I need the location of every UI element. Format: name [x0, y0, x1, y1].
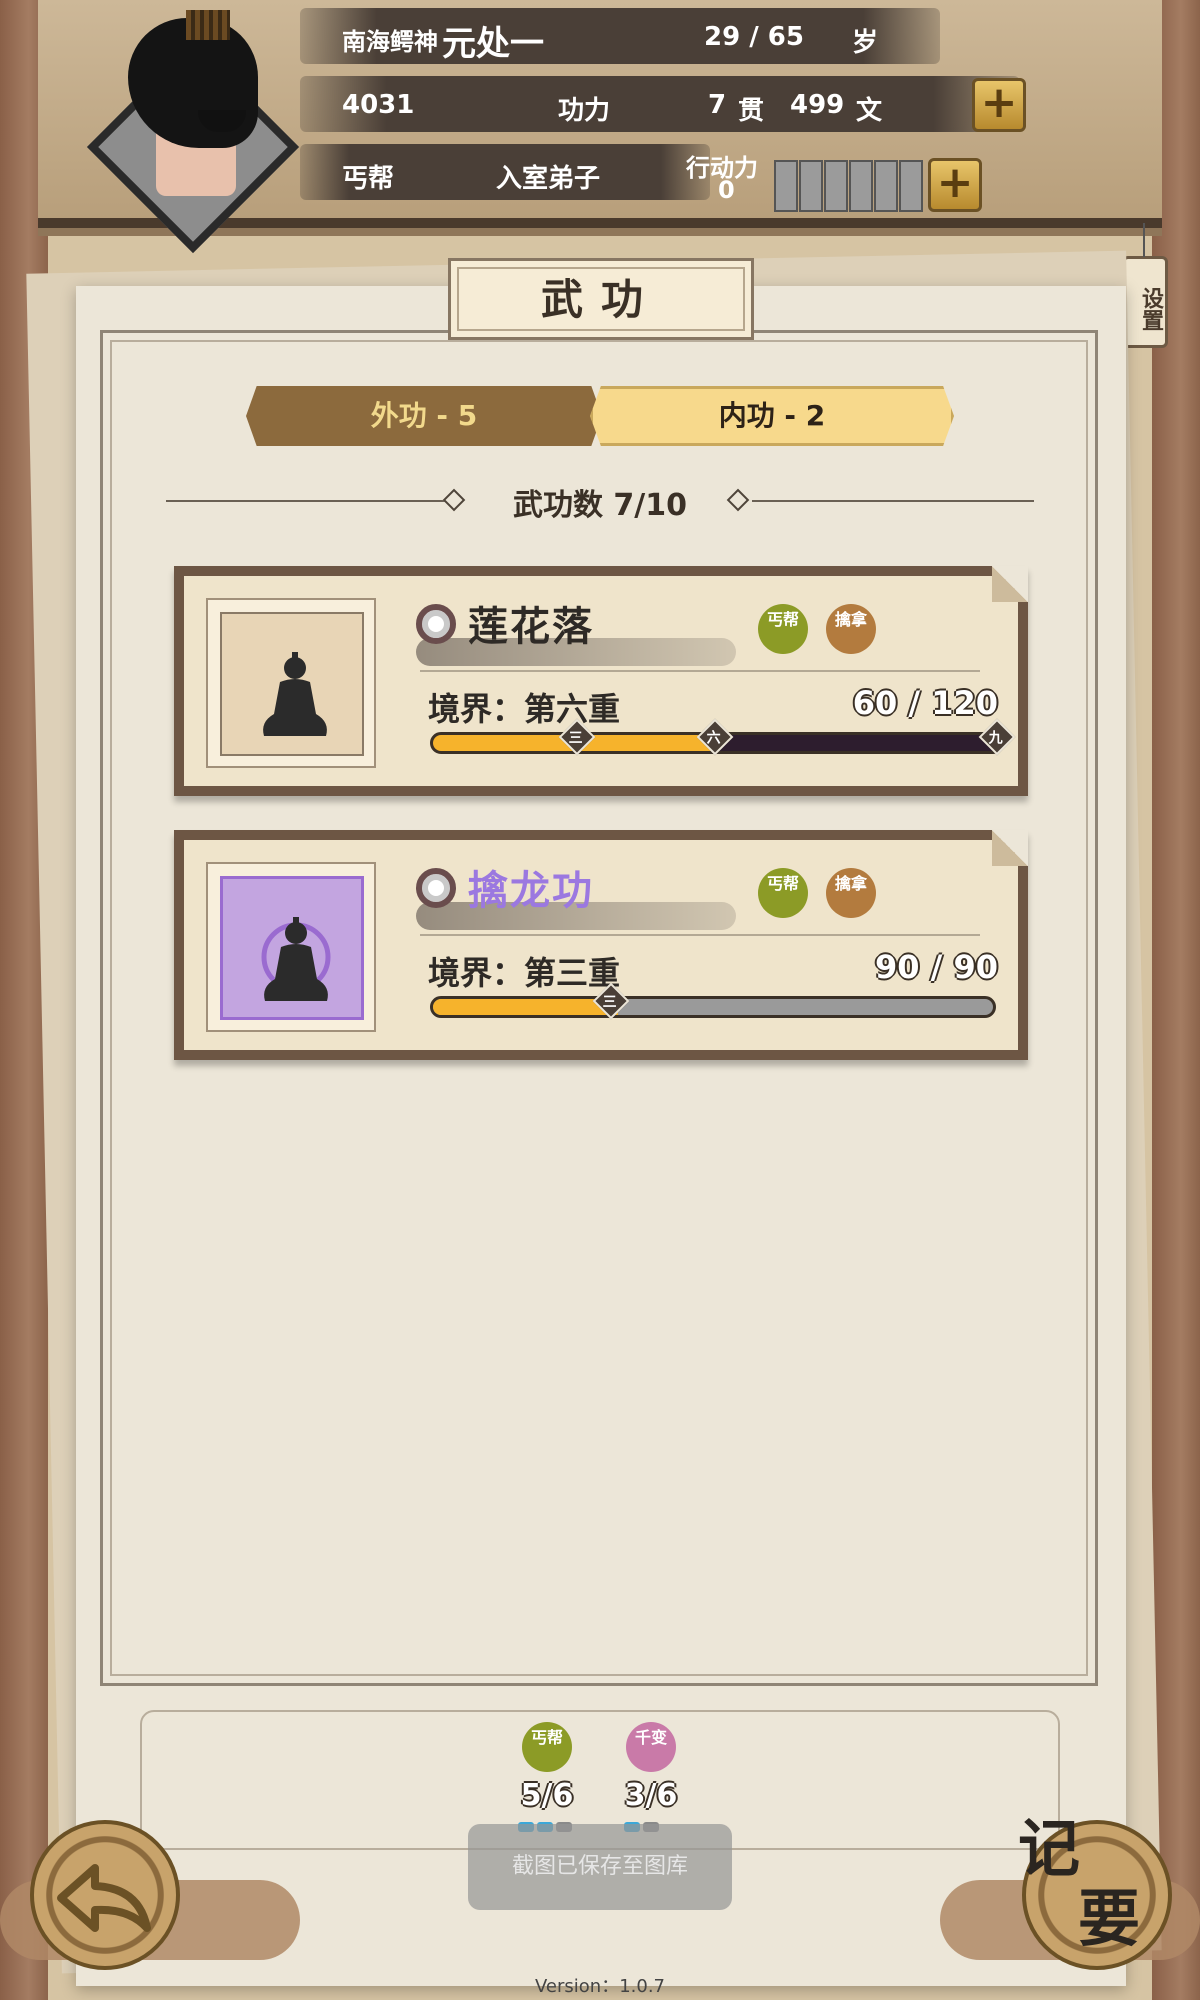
character-name: 元处一: [442, 24, 544, 64]
sect-badge: 丐帮: [758, 868, 808, 918]
skill-name: 莲花落: [468, 603, 594, 650]
skill-card[interactable]: 擒龙功 丐帮 擒拿 境界：第三重 90 / 90 三: [174, 830, 1028, 1060]
money-wen-value: 499: [790, 90, 845, 120]
count-divider-right: [752, 500, 1034, 502]
action-cell: [849, 160, 873, 212]
add-money-button[interactable]: +: [972, 78, 1026, 132]
realm-mark: 九: [978, 718, 1016, 756]
power-label: 功力: [558, 96, 611, 126]
meditating-figure-icon: [263, 652, 327, 736]
realm-mark-label: 三: [568, 730, 583, 747]
action-cell: [824, 160, 848, 212]
notes-label-char: 记: [1018, 1812, 1081, 1885]
skill-count: 武功数 7/10: [512, 488, 688, 523]
character-avatar[interactable]: [78, 10, 308, 270]
realm-mark-label: 九: [988, 730, 1003, 747]
card-corner-fold: [992, 566, 1028, 602]
tab-internal-skills[interactable]: 内功 - 2: [590, 386, 954, 446]
sect-count-beggar: 5/6: [520, 1778, 574, 1813]
action-cell: [899, 160, 923, 212]
sect-rank: 入室弟子: [496, 164, 601, 194]
age-unit: 岁: [852, 28, 879, 58]
action-cell: [874, 160, 898, 212]
skill-type-icon: [416, 604, 456, 644]
skill-portrait: [206, 862, 376, 1032]
version-text: Version：1.0.7: [535, 1976, 665, 1997]
sect-rank-bar: 丐帮 入室弟子: [300, 144, 710, 200]
age-value: 29 / 65: [704, 22, 804, 52]
realm-mark-label: 三: [602, 994, 617, 1011]
panel-title: 武功: [448, 258, 754, 340]
sect-badge-qianbian[interactable]: 千变: [626, 1722, 676, 1772]
sect-name: 丐帮: [342, 164, 395, 194]
realm-mark-label: 六: [706, 730, 721, 747]
action-cell: [799, 160, 823, 212]
skill-portrait-frame: [220, 876, 364, 1020]
avatar-crown: [186, 10, 230, 40]
action-cell: [774, 160, 798, 212]
money-guan-value: 7: [708, 90, 727, 120]
skill-portrait: [206, 598, 376, 768]
notes-label-char: 要: [1078, 1882, 1141, 1955]
skill-progress-fill: [433, 999, 618, 1015]
card-corner-fold: [992, 830, 1028, 866]
money-guan-unit: 贯: [738, 96, 765, 126]
action-power-label-area: 行动力 0: [678, 144, 778, 204]
back-button[interactable]: [30, 1820, 180, 1970]
sect-badge: 丐帮: [758, 604, 808, 654]
skill-progress-text: 90 / 90: [874, 948, 998, 986]
skill-portrait-frame: [220, 612, 364, 756]
skill-name: 擒龙功: [468, 867, 594, 914]
notes-button-label[interactable]: 记 要: [1018, 1814, 1188, 1984]
card-divider: [420, 934, 980, 936]
dragon-meditating-figure-icon: [261, 917, 331, 1001]
skill-realm: 境界：第六重: [428, 690, 621, 728]
money-wen-unit: 文: [856, 96, 883, 126]
sect-count-qianbian: 3/6: [624, 1778, 678, 1813]
add-action-power-button[interactable]: +: [928, 158, 982, 212]
power-value: 4031: [342, 90, 415, 120]
card-divider: [420, 670, 980, 672]
action-power-cells: [774, 160, 924, 212]
skill-progress-bar: [430, 996, 996, 1018]
type-badge: 擒拿: [826, 604, 876, 654]
skill-progress-text: 60 / 120: [852, 684, 998, 722]
name-age-bar: 南海鳄神 元处一 29 / 65 岁: [300, 8, 940, 64]
power-money-bar: 4031 功力 7 贯 499 文: [300, 76, 1020, 132]
tab-external-skills[interactable]: 外功 - 5: [246, 386, 602, 446]
type-badge: 擒拿: [826, 868, 876, 918]
character-title: 南海鳄神: [342, 28, 438, 56]
back-arrow-icon: [57, 1864, 151, 1932]
sect-badge-beggar[interactable]: 丐帮: [522, 1722, 572, 1772]
skill-realm: 境界：第三重: [428, 954, 621, 992]
skill-type-icon: [416, 868, 456, 908]
action-power-value: 0: [718, 176, 735, 204]
screenshot-saved-toast: 截图已保存至图库: [468, 1824, 732, 1910]
settings-button[interactable]: 设置: [1122, 223, 1168, 348]
count-divider-left: [166, 500, 448, 502]
skill-card[interactable]: 莲花落 丐帮 擒拿 境界：第六重 60 / 120 三 六 九: [174, 566, 1028, 796]
